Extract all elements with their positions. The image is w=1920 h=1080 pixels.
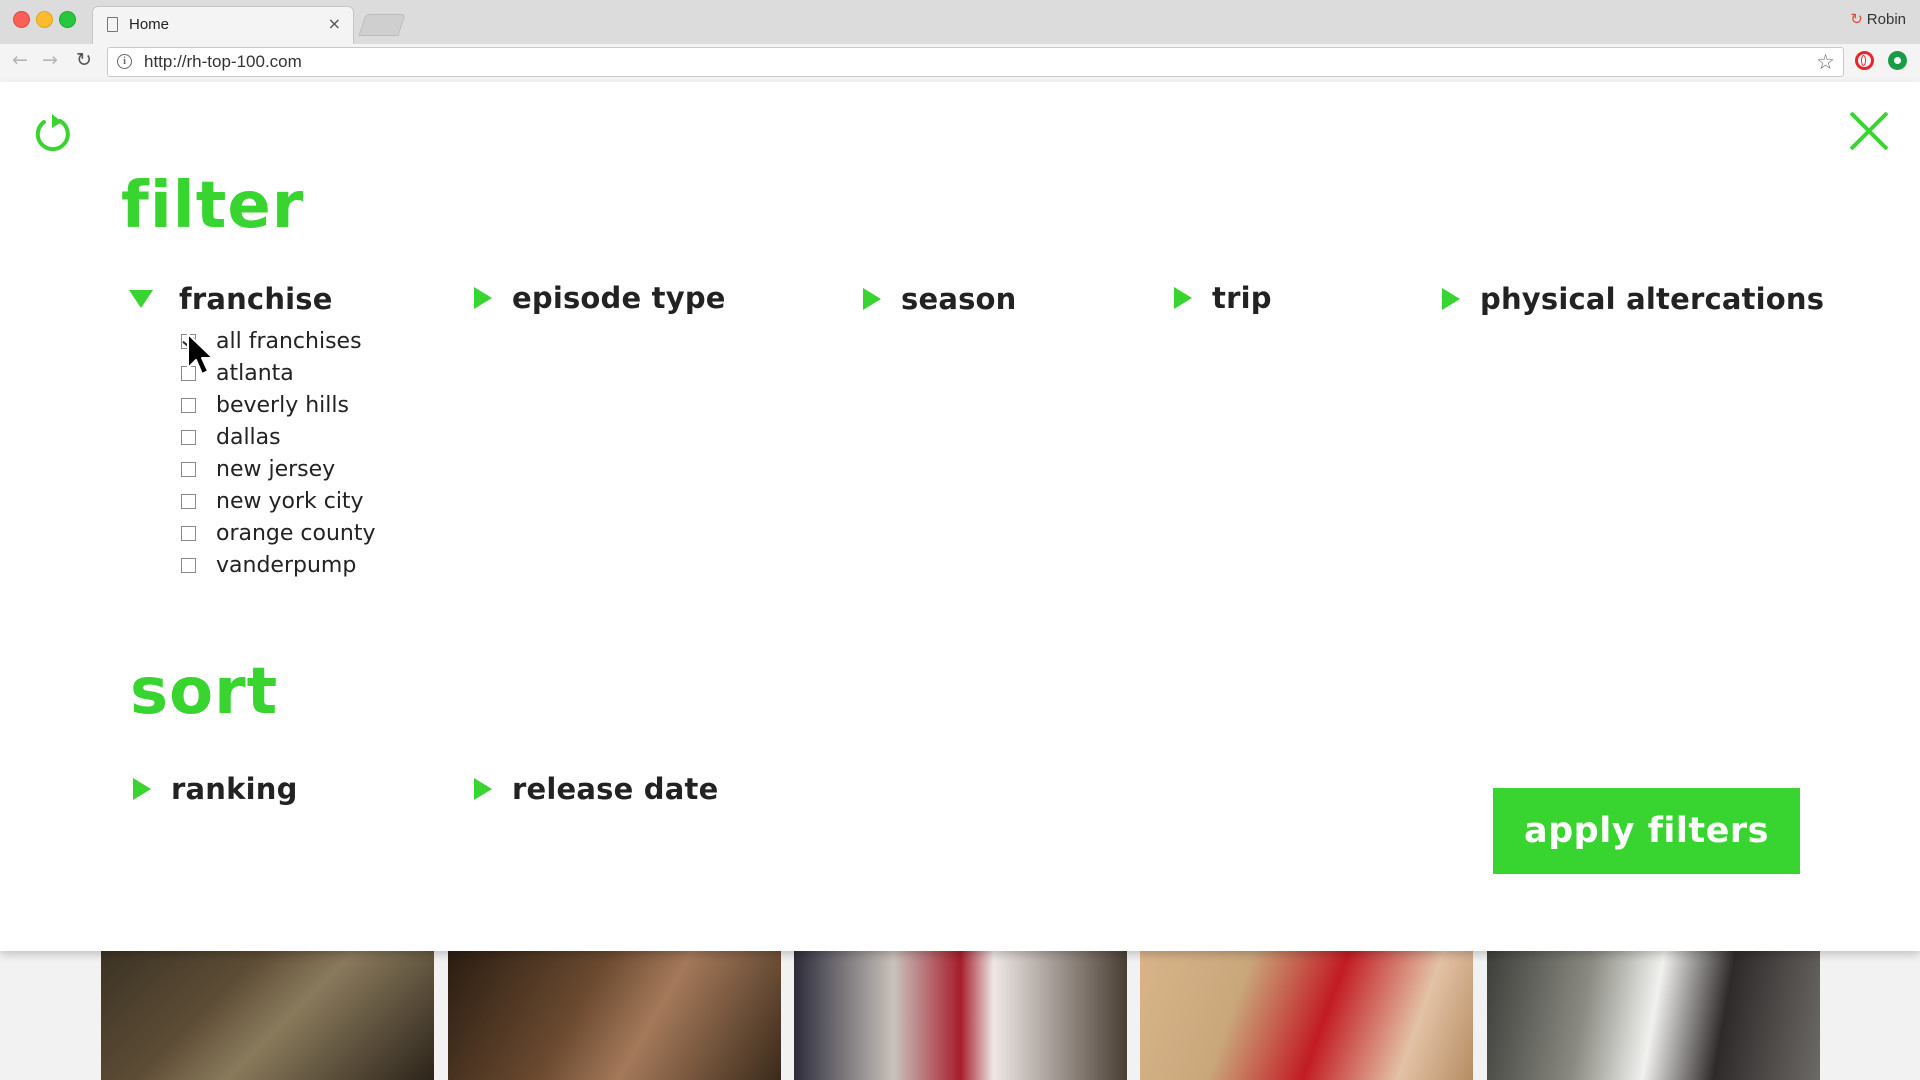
section-episode-type[interactable]: episode type xyxy=(474,281,726,315)
section-label: season xyxy=(901,282,1017,316)
filter-heading: filter xyxy=(121,169,305,243)
checkbox[interactable] xyxy=(181,397,196,413)
triangle-right-icon xyxy=(474,287,492,309)
bookmark-star-icon[interactable]: ☆ xyxy=(1816,50,1835,74)
option-label: new jersey xyxy=(216,456,336,482)
triangle-right-icon xyxy=(474,778,492,800)
window-close-button[interactable] xyxy=(13,11,30,28)
tab-close-icon[interactable]: × xyxy=(328,14,341,33)
window-minimize-button[interactable] xyxy=(36,11,53,28)
episode-thumbnail[interactable] xyxy=(101,951,434,1080)
close-icon[interactable] xyxy=(1848,110,1890,152)
profile-button[interactable]: ↻ Robin xyxy=(1850,10,1906,28)
filter-panel: filter franchise episode type season tri… xyxy=(0,82,1920,951)
episode-thumbnail[interactable] xyxy=(1487,951,1820,1080)
browser-toolbar: ← → ↻ i ☆ xyxy=(0,44,1920,83)
section-franchise[interactable]: franchise xyxy=(129,282,333,316)
checkbox[interactable] xyxy=(181,557,196,573)
option-label: vanderpump xyxy=(216,552,357,578)
section-season[interactable]: season xyxy=(863,282,1017,316)
profile-name: Robin xyxy=(1866,11,1906,28)
option-label: atlanta xyxy=(216,360,294,386)
franchise-option[interactable]: vanderpump xyxy=(181,549,376,581)
franchise-option[interactable]: beverly hills xyxy=(181,389,376,421)
episode-thumbnail[interactable] xyxy=(794,951,1127,1080)
triangle-right-icon xyxy=(1174,287,1192,309)
option-label: new york city xyxy=(216,488,364,514)
option-label: all franchises xyxy=(216,328,362,354)
franchise-option[interactable]: orange county xyxy=(181,517,376,549)
section-label: franchise xyxy=(179,282,333,316)
window-zoom-button[interactable] xyxy=(59,11,76,28)
url-input[interactable] xyxy=(144,48,1644,76)
checkbox[interactable] xyxy=(181,333,196,349)
tab-title: Home xyxy=(129,16,170,33)
franchise-option[interactable]: all franchises xyxy=(181,325,376,357)
triangle-right-icon xyxy=(133,778,151,800)
browser-tab-bar: Home × ↻ Robin xyxy=(0,0,1920,44)
section-label: episode type xyxy=(512,281,726,315)
checkbox[interactable] xyxy=(181,461,196,477)
franchise-options: all franchises atlanta beverly hills dal… xyxy=(181,325,376,581)
section-physical-altercations[interactable]: physical altercations xyxy=(1442,282,1824,316)
address-bar[interactable]: i ☆ xyxy=(107,47,1844,77)
section-label: physical altercations xyxy=(1480,282,1825,316)
new-tab-button[interactable] xyxy=(358,14,406,36)
checkbox[interactable] xyxy=(181,493,196,509)
green-extension-icon[interactable] xyxy=(1888,51,1907,70)
sort-release-date[interactable]: release date xyxy=(474,772,718,806)
section-label: ranking xyxy=(171,772,298,806)
sort-ranking[interactable]: ranking xyxy=(133,772,298,806)
reload-icon[interactable]: ↻ xyxy=(76,49,92,71)
page-icon xyxy=(107,17,118,32)
section-label: trip xyxy=(1212,281,1272,315)
option-label: beverly hills xyxy=(216,392,349,418)
checkbox[interactable] xyxy=(181,525,196,541)
franchise-option[interactable]: new york city xyxy=(181,485,376,517)
franchise-option[interactable]: atlanta xyxy=(181,357,376,389)
triangle-down-icon xyxy=(129,290,153,308)
option-label: dallas xyxy=(216,424,281,450)
triangle-right-icon xyxy=(1442,288,1460,310)
browser-tab[interactable]: Home × xyxy=(92,6,354,44)
opera-extension-icon[interactable] xyxy=(1855,51,1874,70)
section-trip[interactable]: trip xyxy=(1174,281,1272,315)
forward-icon[interactable]: → xyxy=(42,49,58,71)
checkbox[interactable] xyxy=(181,365,196,381)
reset-icon[interactable] xyxy=(32,112,74,154)
back-icon[interactable]: ← xyxy=(12,49,28,71)
checkbox[interactable] xyxy=(181,429,196,445)
triangle-right-icon xyxy=(863,288,881,310)
site-info-icon[interactable]: i xyxy=(117,54,132,69)
apply-filters-button[interactable]: apply filters xyxy=(1493,788,1800,874)
option-label: orange county xyxy=(216,520,376,546)
franchise-option[interactable]: new jersey xyxy=(181,453,376,485)
episode-thumbnail[interactable] xyxy=(1140,951,1473,1080)
sort-heading: sort xyxy=(130,655,279,729)
episode-thumbnail[interactable] xyxy=(448,951,781,1080)
section-label: release date xyxy=(512,772,719,806)
franchise-option[interactable]: dallas xyxy=(181,421,376,453)
profile-icon: ↻ xyxy=(1850,11,1863,28)
